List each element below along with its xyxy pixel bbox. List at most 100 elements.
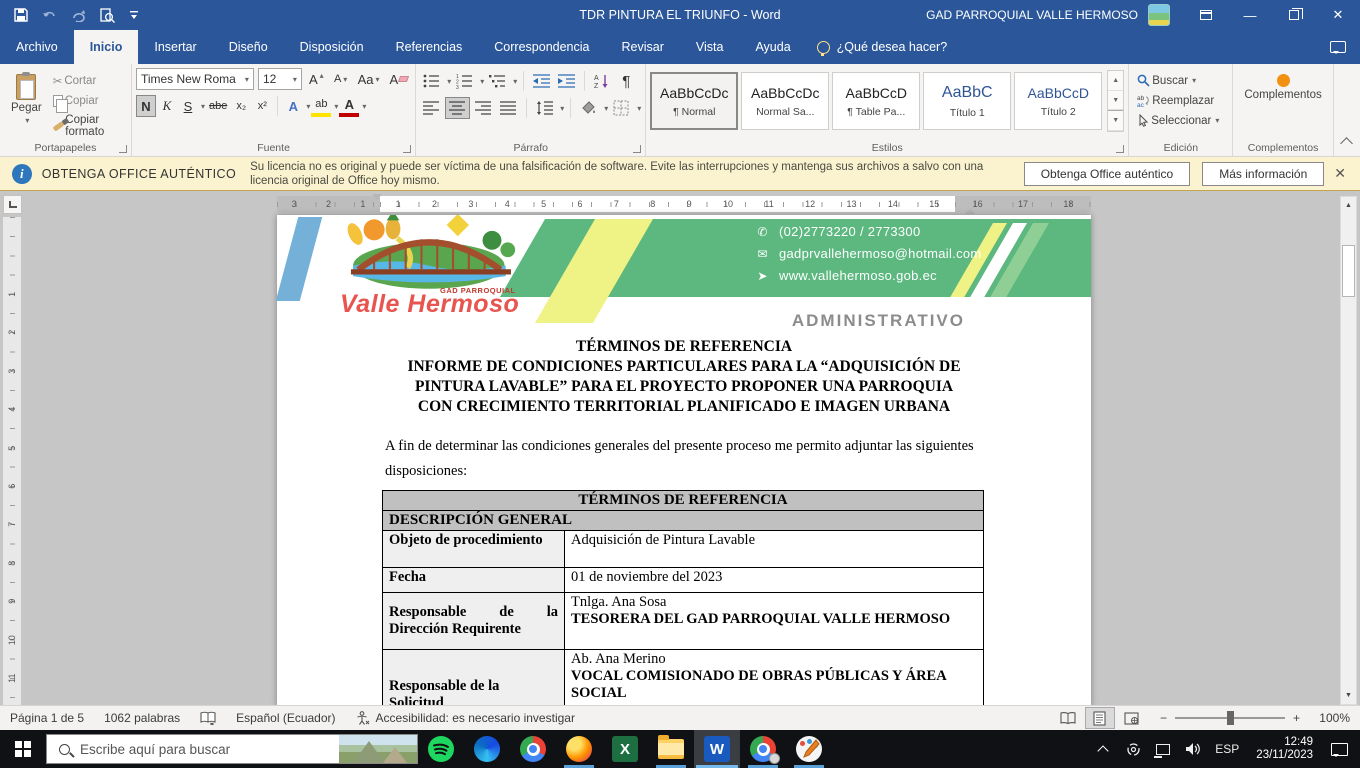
- feedback-icon[interactable]: [1330, 41, 1346, 53]
- zoom-in-icon[interactable]: +: [1293, 711, 1300, 725]
- text-effects-button[interactable]: A: [283, 95, 303, 117]
- tray-volume-icon[interactable]: [1180, 730, 1206, 768]
- align-center-button[interactable]: [445, 97, 470, 119]
- vertical-ruler[interactable]: 123456789101112: [3, 217, 21, 705]
- tab-revisar[interactable]: Revisar: [605, 30, 679, 64]
- zoom-slider-thumb[interactable]: [1227, 711, 1234, 725]
- addins-button[interactable]: Complementos: [1237, 70, 1328, 105]
- redo-icon[interactable]: [72, 9, 86, 22]
- minimize-button[interactable]: —: [1228, 0, 1272, 30]
- style-normal-sa[interactable]: AaBbCcDcNormal Sa...: [741, 72, 829, 130]
- change-case-button[interactable]: Aa▾: [355, 68, 383, 90]
- style-titulo1[interactable]: AaBbCTítulo 1: [923, 72, 1011, 130]
- clear-formatting-button[interactable]: A: [387, 68, 412, 90]
- strikethrough-button[interactable]: abe: [206, 95, 230, 117]
- tab-correspondencia[interactable]: Correspondencia: [478, 30, 605, 64]
- web-layout-button[interactable]: [1117, 707, 1147, 729]
- action-center-icon[interactable]: [1331, 743, 1348, 756]
- multilevel-list-button[interactable]: [486, 70, 509, 92]
- find-button[interactable]: Buscar▾: [1133, 72, 1223, 89]
- tab-stop-selector[interactable]: [3, 195, 22, 214]
- tray-network-icon[interactable]: [1150, 730, 1176, 768]
- increase-indent-button[interactable]: [555, 70, 578, 92]
- account-name[interactable]: GAD PARROQUIAL VALLE HERMOSO: [926, 8, 1138, 22]
- align-right-button[interactable]: [472, 97, 495, 119]
- zoom-out-icon[interactable]: −: [1160, 711, 1167, 725]
- more-info-button[interactable]: Más información: [1202, 162, 1324, 186]
- taskbar-word-active[interactable]: W: [694, 730, 740, 768]
- page-indicator[interactable]: Página 1 de 5: [0, 706, 94, 730]
- taskbar-chrome-profile[interactable]: [740, 730, 786, 768]
- taskbar-edge[interactable]: [464, 730, 510, 768]
- scrollbar-thumb[interactable]: [1342, 245, 1355, 297]
- show-marks-button[interactable]: ¶: [616, 70, 636, 92]
- scroll-up-icon[interactable]: ▲: [1108, 71, 1123, 91]
- style-titulo2[interactable]: AaBbCcDTítulo 2: [1014, 72, 1102, 130]
- borders-button[interactable]: [610, 97, 633, 119]
- style-table-pa[interactable]: AaBbCcD¶ Table Pa...: [832, 72, 920, 130]
- tray-sync-icon[interactable]: [1120, 730, 1146, 768]
- tray-language[interactable]: ESP: [1210, 730, 1244, 768]
- taskbar-chrome[interactable]: [510, 730, 556, 768]
- tab-referencias[interactable]: Referencias: [380, 30, 479, 64]
- close-warning-icon[interactable]: ✕: [1334, 165, 1346, 182]
- language-indicator[interactable]: Español (Ecuador): [226, 706, 345, 730]
- tab-archivo[interactable]: Archivo: [0, 30, 74, 64]
- taskbar-spotify[interactable]: [418, 730, 464, 768]
- save-icon[interactable]: [14, 8, 28, 22]
- format-painter-button[interactable]: Copiar formato: [49, 112, 127, 140]
- gallery-expand-icon[interactable]: ▼: [1108, 110, 1123, 131]
- taskbar-search-box[interactable]: Escribe aquí para buscar: [46, 734, 418, 764]
- grow-font-button[interactable]: A▴: [306, 68, 327, 90]
- tray-clock[interactable]: 12:49 23/11/2023: [1248, 736, 1321, 762]
- undo-icon[interactable]: [42, 9, 58, 22]
- print-preview-icon[interactable]: [100, 8, 115, 23]
- tab-disposicion[interactable]: Disposición: [284, 30, 380, 64]
- word-count[interactable]: 1062 palabras: [94, 706, 190, 730]
- cut-button[interactable]: ✂Cortar: [49, 72, 127, 90]
- right-indent-marker[interactable]: [965, 203, 975, 214]
- font-size-combo[interactable]: 12▾: [258, 68, 302, 90]
- customize-qat-icon[interactable]: [129, 10, 139, 20]
- scroll-up-button[interactable]: ▲: [1341, 197, 1356, 214]
- underline-button[interactable]: S: [178, 95, 198, 117]
- subscript-button[interactable]: x₂: [231, 95, 251, 117]
- account-avatar[interactable]: [1148, 4, 1170, 26]
- taskbar-excel[interactable]: X: [602, 730, 648, 768]
- accessibility-status[interactable]: Accesibilidad: es necesario investigar: [346, 706, 585, 730]
- bullets-button[interactable]: [420, 70, 443, 92]
- ribbon-display-options-button[interactable]: [1184, 0, 1228, 30]
- highlight-button[interactable]: ab: [311, 95, 331, 117]
- first-line-indent-marker[interactable]: [372, 194, 382, 205]
- tab-ayuda[interactable]: Ayuda: [739, 30, 806, 64]
- shading-button[interactable]: [577, 97, 600, 119]
- align-left-button[interactable]: [420, 97, 443, 119]
- bold-button[interactable]: N: [136, 95, 156, 117]
- shrink-font-button[interactable]: A▾: [331, 68, 351, 90]
- read-mode-button[interactable]: [1053, 707, 1083, 729]
- scroll-down-button[interactable]: ▼: [1341, 687, 1356, 704]
- tab-inicio[interactable]: Inicio: [74, 30, 139, 64]
- search-highlight-image[interactable]: [339, 735, 417, 763]
- zoom-level[interactable]: 100%: [1312, 711, 1350, 725]
- copy-button[interactable]: Copiar: [49, 93, 127, 109]
- tell-me-box[interactable]: ¿Qué desea hacer?: [807, 30, 958, 64]
- taskbar-firefox[interactable]: [556, 730, 602, 768]
- line-spacing-button[interactable]: [533, 97, 556, 119]
- print-layout-button[interactable]: [1085, 707, 1115, 729]
- proofing-status[interactable]: [190, 706, 226, 730]
- paragraph-dialog-launcher[interactable]: [633, 145, 641, 153]
- restore-button[interactable]: [1272, 0, 1316, 30]
- replace-button[interactable]: abac Reemplazar: [1133, 92, 1223, 109]
- close-button[interactable]: ✕: [1316, 0, 1360, 30]
- start-button[interactable]: [0, 730, 46, 768]
- superscript-button[interactable]: x²: [252, 95, 272, 117]
- tab-vista[interactable]: Vista: [680, 30, 740, 64]
- font-dialog-launcher[interactable]: [403, 145, 411, 153]
- collapse-ribbon-button[interactable]: [1334, 64, 1360, 156]
- vertical-scrollbar[interactable]: ▲ ▼: [1340, 196, 1357, 705]
- get-office-button[interactable]: Obtenga Office auténtico: [1024, 162, 1191, 186]
- decrease-indent-button[interactable]: [530, 70, 553, 92]
- tab-insertar[interactable]: Insertar: [138, 30, 212, 64]
- taskbar-file-explorer[interactable]: [648, 730, 694, 768]
